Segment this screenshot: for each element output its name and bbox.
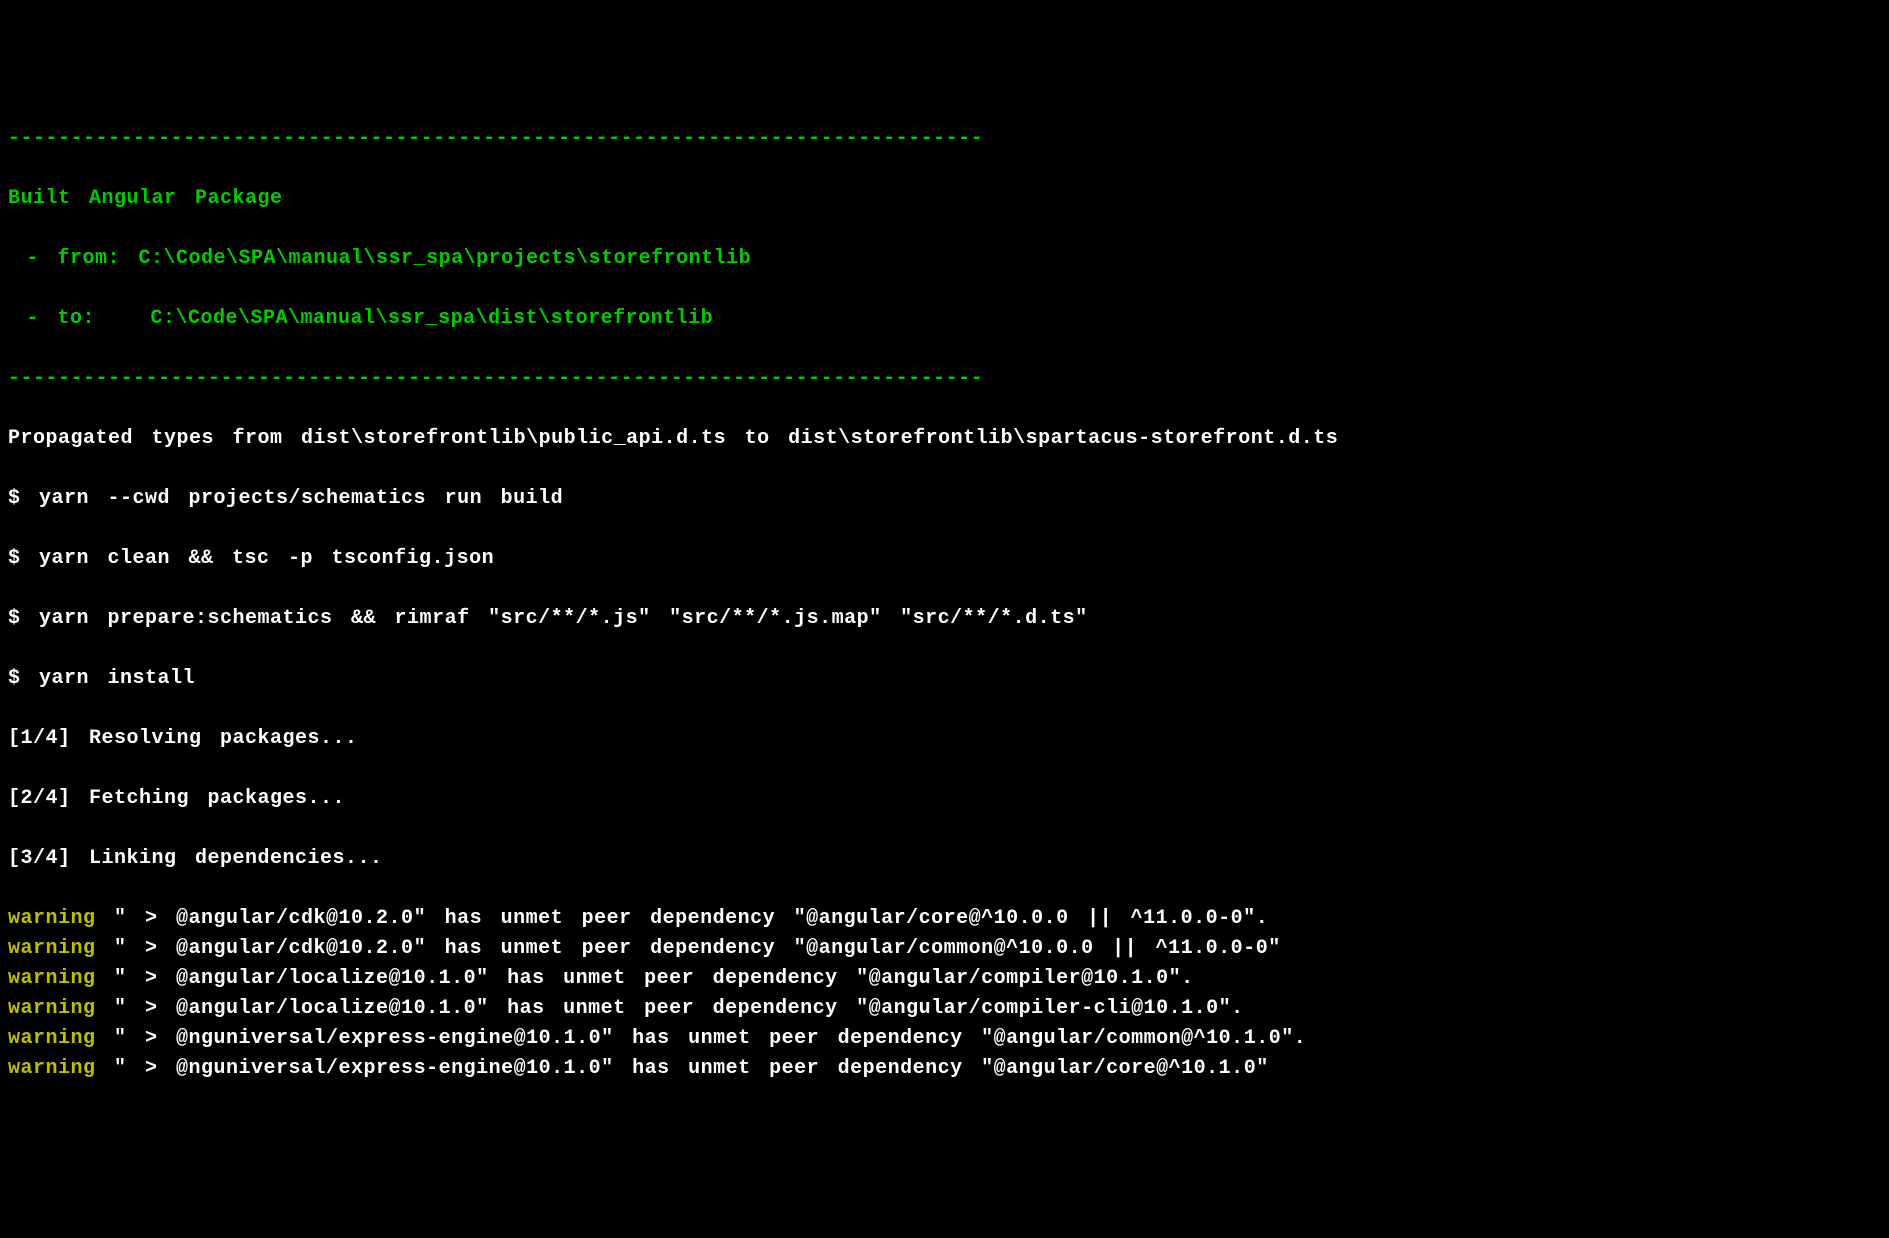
step-linking: [3/4] Linking dependencies...	[8, 844, 1881, 874]
warning-message: " > @angular/cdk@10.2.0" has unmet peer …	[96, 904, 1269, 934]
warning-line: warning " > @nguniversal/express-engine@…	[8, 1024, 1881, 1054]
warning-line: warning " > @angular/cdk@10.2.0" has unm…	[8, 904, 1881, 934]
yarn-cmd-prepare: $ yarn prepare:schematics && rimraf "src…	[8, 604, 1881, 634]
warning-line: warning " > @nguniversal/express-engine@…	[8, 1054, 1881, 1084]
from-path: - from: C:\Code\SPA\manual\ssr_spa\proje…	[8, 244, 1881, 274]
warning-prefix: warning	[8, 964, 96, 994]
yarn-cmd-install: $ yarn install	[8, 664, 1881, 694]
warning-message: " > @angular/localize@10.1.0" has unmet …	[96, 994, 1244, 1024]
yarn-cmd-clean: $ yarn clean && tsc -p tsconfig.json	[8, 544, 1881, 574]
warning-message: " > @nguniversal/express-engine@10.1.0" …	[96, 1054, 1269, 1084]
separator-top: ----------------------------------------…	[8, 124, 1881, 154]
warning-prefix: warning	[8, 904, 96, 934]
propagated-types: Propagated types from dist\storefrontlib…	[8, 424, 1881, 454]
warning-prefix: warning	[8, 934, 96, 964]
step-fetching: [2/4] Fetching packages...	[8, 784, 1881, 814]
step-resolving: [1/4] Resolving packages...	[8, 724, 1881, 754]
warning-line: warning " > @angular/localize@10.1.0" ha…	[8, 994, 1881, 1024]
warning-line: warning " > @angular/cdk@10.2.0" has unm…	[8, 934, 1881, 964]
to-path: - to: C:\Code\SPA\manual\ssr_spa\dist\st…	[8, 304, 1881, 334]
warning-message: " > @angular/localize@10.1.0" has unmet …	[96, 964, 1194, 994]
warning-line: warning " > @angular/localize@10.1.0" ha…	[8, 964, 1881, 994]
built-package-title: Built Angular Package	[8, 184, 1881, 214]
warning-message: " > @nguniversal/express-engine@10.1.0" …	[96, 1024, 1307, 1054]
yarn-cmd-schematics: $ yarn --cwd projects/schematics run bui…	[8, 484, 1881, 514]
warning-message: " > @angular/cdk@10.2.0" has unmet peer …	[96, 934, 1281, 964]
separator-bottom: ----------------------------------------…	[8, 364, 1881, 394]
warning-prefix: warning	[8, 994, 96, 1024]
warning-prefix: warning	[8, 1024, 96, 1054]
warning-prefix: warning	[8, 1054, 96, 1084]
